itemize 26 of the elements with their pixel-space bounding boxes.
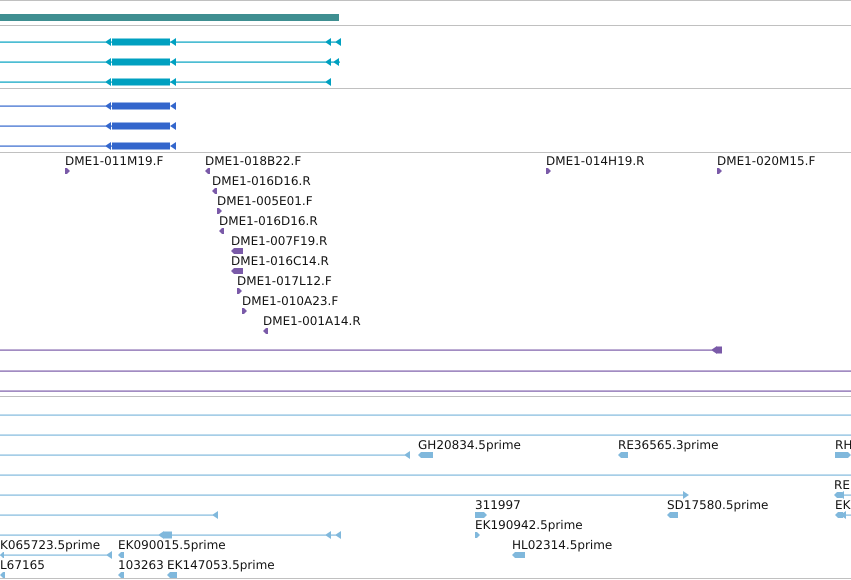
feature-label: DME1-005E01.F: [217, 194, 313, 208]
feature-label: 103263: [118, 558, 164, 572]
feature-label: K065723.5prime: [0, 538, 100, 552]
feature-label: DME1-018B22.F: [205, 154, 302, 168]
feature-label: HL02314.5prime: [512, 538, 612, 552]
feature-label: DME1-011M19.F: [65, 154, 164, 168]
feature-label: DME1-016D16.R: [212, 174, 311, 188]
feature-label: DME1-001A14.R: [263, 314, 361, 328]
feature-label: DME1-007F19.R: [231, 234, 328, 248]
feature-label: RE36565.3prime: [618, 438, 718, 452]
feature-label: L67165: [0, 558, 45, 572]
feature-label: EK190942.5prime: [475, 518, 583, 532]
feature-label: DME1-017L12.F: [237, 274, 332, 288]
feature-label: EK147053.5prime: [167, 558, 275, 572]
feature-label: EK090015.5prime: [118, 538, 226, 552]
feature-label: GH20834.5prime: [418, 438, 521, 452]
feature-label: DME1-014H19.R: [546, 154, 644, 168]
feature-label: DME1-016D16.R: [219, 214, 318, 228]
feature-label: DME1-020M15.F: [717, 154, 816, 168]
feature-label: RE: [834, 478, 850, 492]
feature-label: 311997: [475, 498, 521, 512]
feature-label: DME1-010A23.F: [242, 294, 338, 308]
feature-label: RH: [835, 438, 851, 452]
feature-label: EK: [835, 498, 850, 512]
feature-label: SD17580.5prime: [667, 498, 768, 512]
feature-label: DME1-016C14.R: [231, 254, 329, 268]
